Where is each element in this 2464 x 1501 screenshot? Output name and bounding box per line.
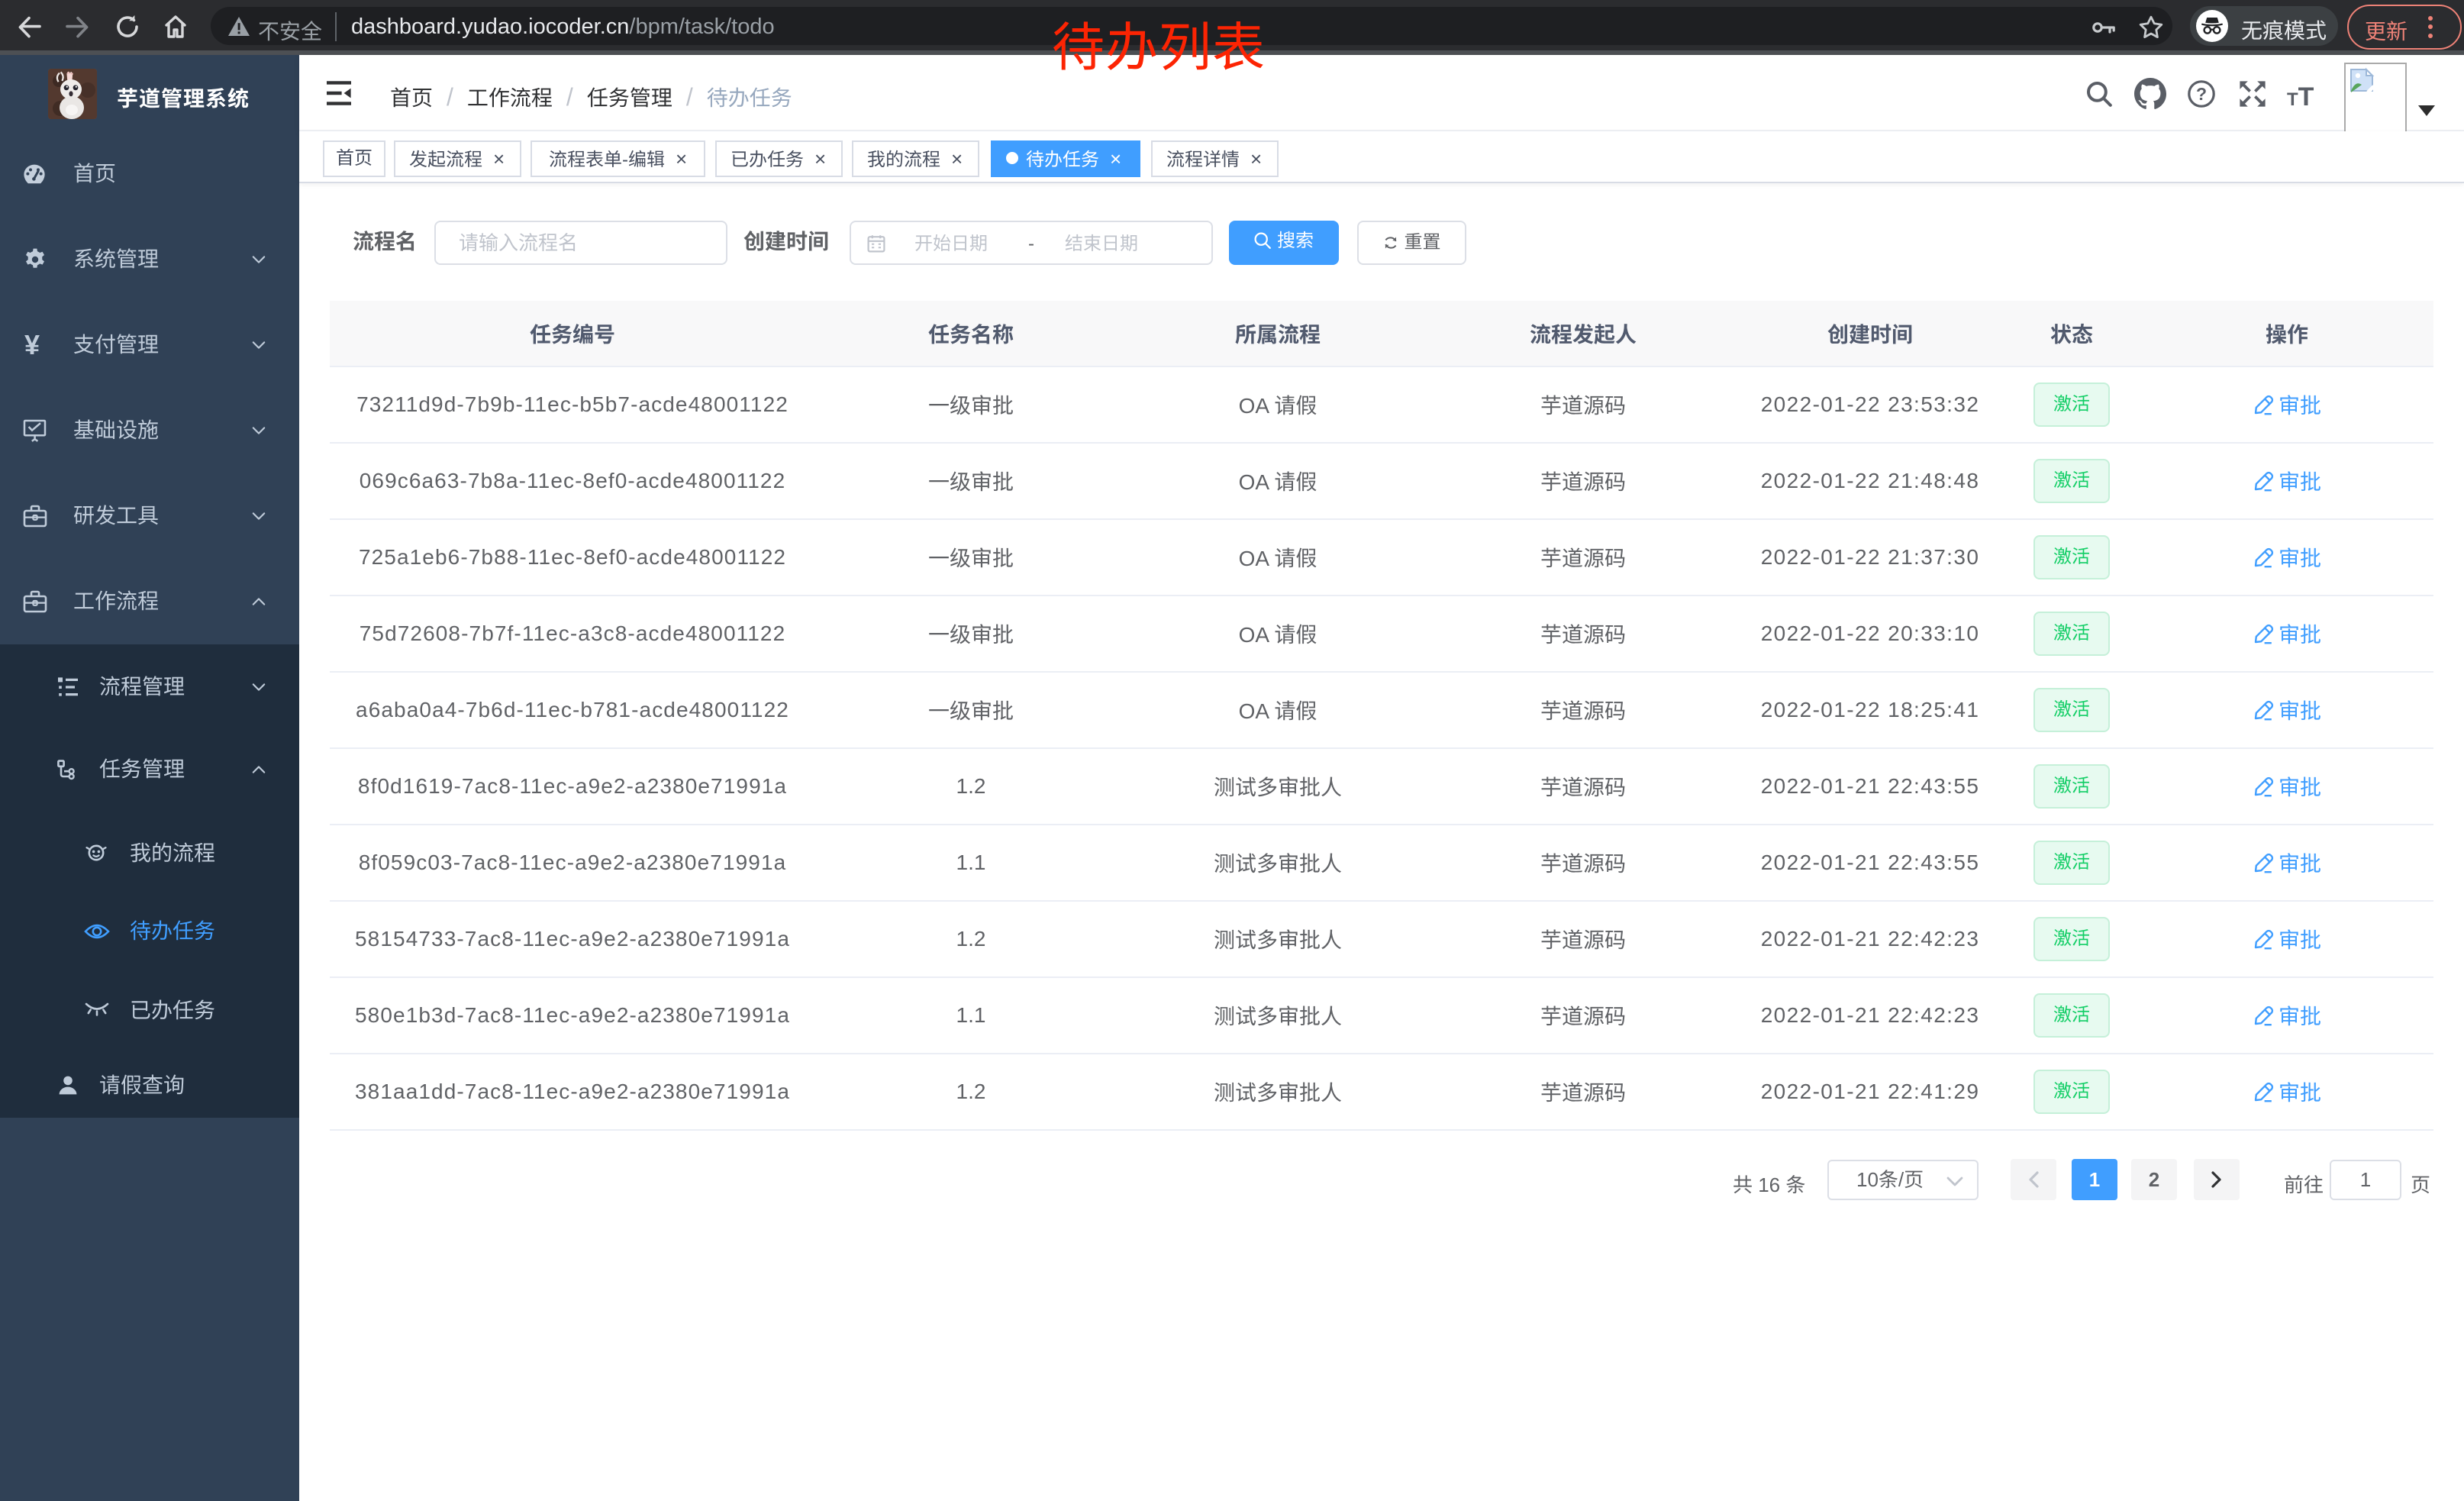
svg-text:?: ? bbox=[2196, 84, 2207, 104]
